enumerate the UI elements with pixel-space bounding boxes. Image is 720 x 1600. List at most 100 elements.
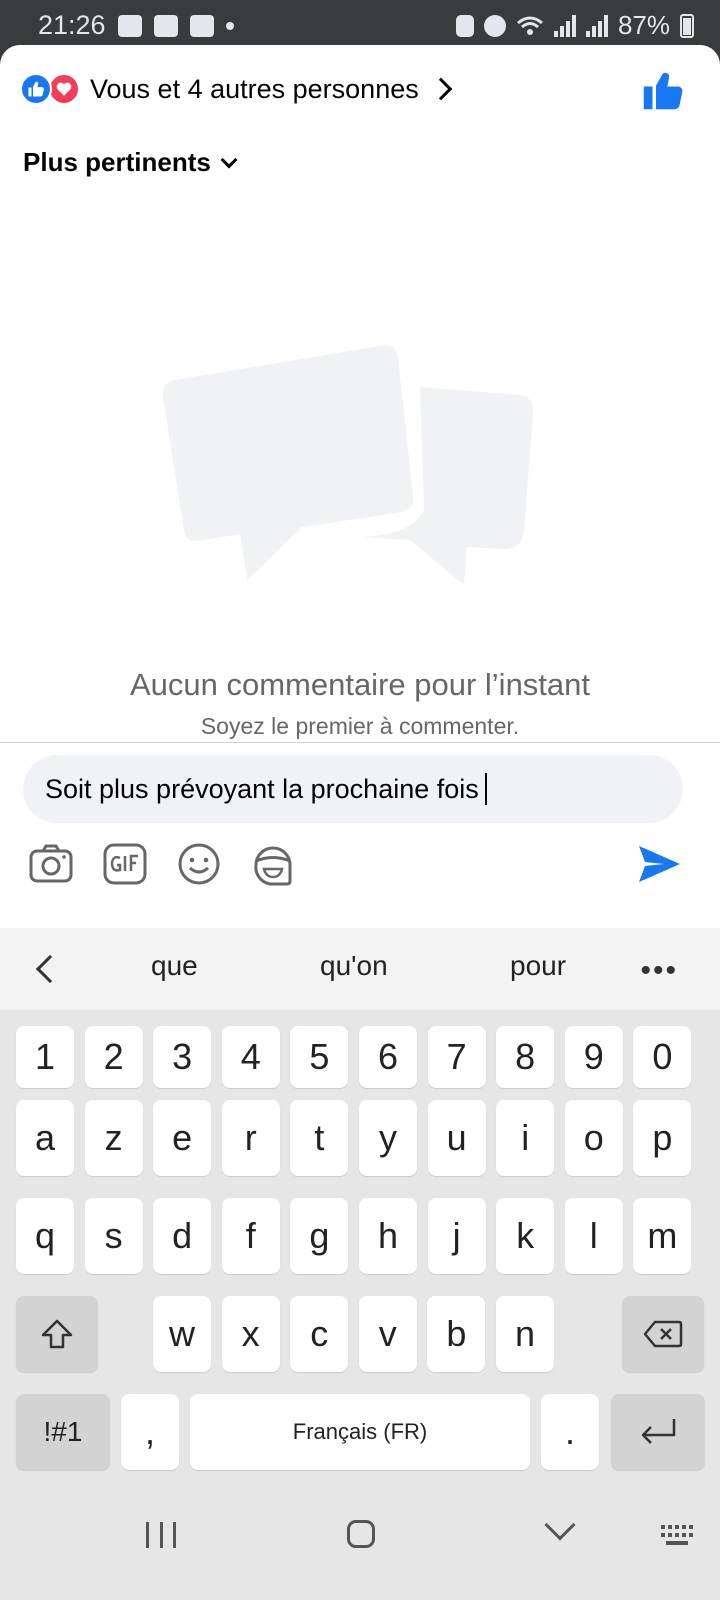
- like-reaction-icon: [20, 73, 52, 105]
- empty-comments-illustration: [152, 335, 534, 601]
- reaction-icons: [20, 73, 84, 105]
- key-q[interactable]: q: [16, 1198, 74, 1274]
- key-8[interactable]: 8: [496, 1026, 555, 1088]
- chevron-right-icon: [429, 77, 453, 101]
- key-s[interactable]: s: [84, 1198, 143, 1274]
- key-r[interactable]: r: [221, 1100, 280, 1176]
- key-5[interactable]: 5: [290, 1026, 349, 1088]
- comma-key[interactable]: ,: [121, 1394, 179, 1470]
- comments-sheet: Vous et 4 autres personnes Plus pertinen…: [0, 45, 720, 928]
- key-1[interactable]: 1: [16, 1026, 74, 1088]
- key-p[interactable]: p: [633, 1100, 692, 1176]
- key-7[interactable]: 7: [427, 1026, 486, 1088]
- more-notifications-icon: [225, 21, 234, 30]
- recent-apps-button[interactable]: [146, 1522, 176, 1548]
- space-key[interactable]: Français (FR): [190, 1394, 530, 1470]
- key-i[interactable]: i: [496, 1100, 555, 1176]
- status-left: 21:26: [38, 10, 234, 41]
- key-w[interactable]: w: [153, 1296, 211, 1372]
- comment-input[interactable]: Soit plus prévoyant la prochaine fois: [23, 755, 683, 823]
- key-6[interactable]: 6: [359, 1026, 417, 1088]
- key-j[interactable]: j: [427, 1198, 486, 1274]
- key-k[interactable]: k: [496, 1198, 555, 1274]
- youtube-notification-icon-2: [189, 14, 214, 37]
- divider: [0, 742, 720, 743]
- like-button[interactable]: [642, 69, 684, 111]
- avatar-sticker-icon: [254, 846, 292, 886]
- key-h[interactable]: h: [359, 1198, 417, 1274]
- home-button[interactable]: [347, 1520, 375, 1548]
- key-c[interactable]: c: [290, 1296, 349, 1372]
- navigation-bar: [0, 1490, 720, 1600]
- shift-icon: [41, 1319, 73, 1349]
- key-0[interactable]: 0: [633, 1026, 692, 1088]
- signal-icon: [553, 14, 576, 37]
- backspace-icon: [643, 1320, 683, 1348]
- gif-icon: [103, 843, 147, 885]
- text-caret: [484, 773, 487, 805]
- youtube-notification-icon: [153, 14, 178, 37]
- hide-keyboard-button[interactable]: [544, 1509, 576, 1541]
- suggestion-2[interactable]: qu'on: [320, 950, 388, 982]
- battery-icon: [680, 13, 694, 38]
- key-o[interactable]: o: [564, 1100, 623, 1176]
- chevron-down-icon: [220, 151, 238, 168]
- signal-icon-2: [585, 14, 608, 37]
- lock-icon: [455, 14, 474, 37]
- more-options-icon[interactable]: •••: [640, 954, 678, 988]
- send-button[interactable]: [636, 841, 682, 887]
- shift-key[interactable]: [16, 1296, 98, 1372]
- key-l[interactable]: l: [564, 1198, 623, 1274]
- love-reaction-icon: [48, 73, 80, 105]
- status-right: 87%: [455, 10, 694, 41]
- empty-subtitle: Soyez le premier à commenter.: [200, 713, 520, 739]
- comment-input-text: Soit plus prévoyant la prochaine fois: [45, 773, 479, 804]
- emoji-icon: [178, 843, 220, 885]
- backspace-key[interactable]: [622, 1296, 704, 1372]
- key-g[interactable]: g: [290, 1198, 349, 1274]
- status-time: 21:26: [38, 10, 106, 40]
- wifi-icon: [516, 16, 543, 35]
- camera-button[interactable]: [28, 841, 74, 887]
- key-2[interactable]: 2: [84, 1026, 143, 1088]
- key-d[interactable]: d: [153, 1198, 212, 1274]
- avatar-sticker-button[interactable]: [250, 841, 296, 887]
- key-a[interactable]: a: [16, 1100, 74, 1176]
- empty-title: Aucun commentaire pour l’instant: [129, 667, 591, 702]
- suggestion-bar: que qu'on pour •••: [0, 928, 720, 1010]
- key-n[interactable]: n: [496, 1296, 554, 1372]
- enter-key[interactable]: [611, 1394, 705, 1470]
- key-f[interactable]: f: [221, 1198, 280, 1274]
- attachment-toolbar: [28, 841, 296, 887]
- key-e[interactable]: e: [153, 1100, 212, 1176]
- period-key[interactable]: .: [541, 1394, 599, 1470]
- sort-label: Plus pertinents: [23, 147, 211, 177]
- emoji-button[interactable]: [176, 841, 222, 887]
- key-y[interactable]: y: [359, 1100, 417, 1176]
- keyboard-switch-button[interactable]: [660, 1524, 694, 1546]
- reactions-summary[interactable]: Vous et 4 autres personnes: [20, 71, 453, 107]
- key-4[interactable]: 4: [221, 1026, 280, 1088]
- battery-percent: 87%: [617, 10, 670, 40]
- key-x[interactable]: x: [221, 1296, 280, 1372]
- key-u[interactable]: u: [427, 1100, 486, 1176]
- key-9[interactable]: 9: [564, 1026, 623, 1088]
- suggestion-back-icon[interactable]: [35, 954, 65, 984]
- status-bar: 21:26 87%: [0, 0, 720, 50]
- key-v[interactable]: v: [358, 1296, 417, 1372]
- suggestion-3[interactable]: pour: [510, 950, 566, 982]
- alarm-icon: [483, 14, 506, 37]
- key-b[interactable]: b: [427, 1296, 486, 1372]
- gallery-notification-icon: [117, 14, 142, 37]
- suggestion-1[interactable]: que: [151, 950, 198, 982]
- key-m[interactable]: m: [633, 1198, 692, 1274]
- enter-icon: [641, 1419, 676, 1444]
- sort-dropdown[interactable]: Plus pertinents: [23, 147, 238, 178]
- key-t[interactable]: t: [290, 1100, 349, 1176]
- symbols-key[interactable]: !#1: [16, 1394, 110, 1470]
- key-z[interactable]: z: [84, 1100, 143, 1176]
- gif-button[interactable]: [102, 841, 148, 887]
- camera-icon: [29, 844, 73, 883]
- reactions-text: Vous et 4 autres personnes: [90, 73, 419, 104]
- key-3[interactable]: 3: [153, 1026, 212, 1088]
